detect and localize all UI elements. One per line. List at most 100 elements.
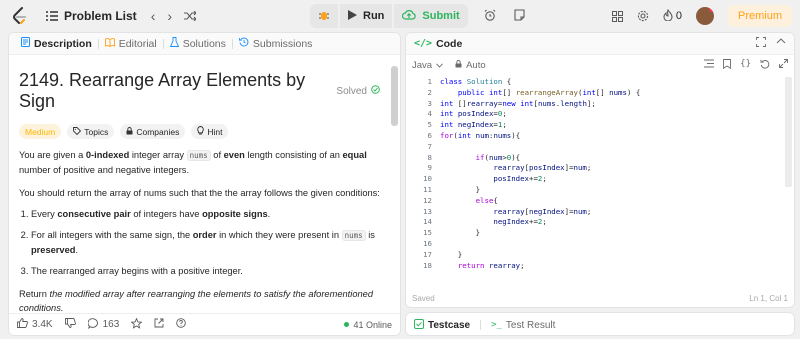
tab-submissions[interactable]: Submissions <box>233 37 319 50</box>
comment-bubble-icon <box>87 317 99 332</box>
streak-counter[interactable]: 0 <box>663 8 682 24</box>
code-editor[interactable]: 1 class Solution { 2 public int[] rearran… <box>406 77 794 289</box>
submit-label: Submit <box>422 10 460 22</box>
play-icon <box>348 9 357 23</box>
hint-label: Hint <box>207 126 223 137</box>
language-select[interactable]: Java <box>412 60 443 71</box>
online-count: 41 Online <box>344 320 392 330</box>
tab-solutions[interactable]: Solutions <box>164 37 232 50</box>
run-button[interactable]: Run <box>340 4 393 28</box>
braces-icon[interactable]: {} <box>740 59 751 72</box>
premium-button[interactable]: Premium <box>727 5 792 27</box>
format-lines-icon[interactable] <box>704 59 715 72</box>
terminal-icon: >_ <box>491 320 502 330</box>
next-problem-icon[interactable]: › <box>167 8 172 24</box>
expand-icon[interactable] <box>779 58 788 72</box>
problem-badges: Medium Topics Companies Hint <box>19 124 380 139</box>
document-icon <box>21 37 30 50</box>
note-icon <box>514 8 525 24</box>
description-footer: 3.4K 163 41 Online <box>9 313 400 335</box>
tag-icon <box>73 126 82 137</box>
hint-badge[interactable]: Hint <box>191 124 229 139</box>
favorite-button[interactable] <box>130 317 143 332</box>
notes-button[interactable] <box>506 4 534 28</box>
book-icon <box>104 37 115 50</box>
cloud-upload-icon <box>402 9 417 23</box>
comments-count: 163 <box>102 319 120 330</box>
bug-icon <box>318 9 330 24</box>
alarm-clock-icon <box>484 9 496 24</box>
cursor-position: Ln 1, Col 1 <box>749 293 788 303</box>
timer-button[interactable] <box>476 4 504 28</box>
tab-editorial[interactable]: Editorial <box>99 38 163 50</box>
lightbulb-icon <box>197 126 205 137</box>
submit-button[interactable]: Submit <box>394 4 468 28</box>
likes-count: 3.4K <box>32 319 53 330</box>
avatar[interactable] <box>695 7 714 25</box>
tab-divider <box>480 320 482 330</box>
reset-icon[interactable] <box>760 59 770 72</box>
topics-badge[interactable]: Topics <box>67 124 115 139</box>
topics-label: Topics <box>84 126 109 137</box>
companies-badge[interactable]: Companies <box>120 124 186 139</box>
feedback-button[interactable] <box>176 318 187 331</box>
tab-editorial-label: Editorial <box>118 37 157 50</box>
settings-gear-icon[interactable] <box>637 10 649 22</box>
fire-icon <box>663 8 673 24</box>
collapse-icon[interactable] <box>776 37 786 50</box>
star-icon <box>130 317 143 332</box>
top-bar: Problem List ‹ › Run Submit 0 Premium <box>0 0 800 32</box>
problem-title: 2149. Rearrange Array Elements by Sign <box>19 70 306 111</box>
tab-description-label: Description <box>34 37 92 50</box>
language-label: Java <box>412 59 433 71</box>
flask-icon <box>169 37 179 50</box>
description-paragraph: You should return the array of nums such… <box>19 188 380 198</box>
tab-test-result[interactable]: >_ Test Result <box>491 320 555 331</box>
code-brackets-icon: </> <box>414 38 433 49</box>
scroll-thumb[interactable] <box>785 77 792 187</box>
share-button[interactable] <box>154 318 164 331</box>
condition-item: Every consecutive pair of integers have … <box>31 207 380 221</box>
tab-solutions-label: Solutions <box>182 37 226 50</box>
tab-submissions-label: Submissions <box>252 37 313 50</box>
layout-grid-icon[interactable] <box>611 10 623 22</box>
dislike-button[interactable] <box>64 318 76 331</box>
auto-label: Auto <box>466 59 486 71</box>
tab-testcase[interactable]: Testcase <box>414 318 470 332</box>
solved-label: Solved <box>336 85 367 97</box>
condition-item: For all integers with the same sign, the… <box>31 228 380 257</box>
lock-icon <box>126 126 133 137</box>
run-label: Run <box>363 10 385 22</box>
description-tabs: Description Editorial Solutions Submissi… <box>9 33 400 55</box>
description-scrollbar[interactable] <box>391 56 398 134</box>
problem-list-label: Problem List <box>64 9 137 23</box>
check-circle-icon <box>371 85 380 97</box>
question-circle-icon <box>176 318 187 331</box>
bookmark-icon[interactable] <box>723 58 732 72</box>
share-external-icon <box>154 318 164 331</box>
like-button[interactable]: 3.4K <box>17 318 53 331</box>
tab-description[interactable]: Description <box>15 37 98 50</box>
code-title: Code <box>436 37 463 50</box>
list-icon <box>46 11 58 21</box>
online-label: 41 Online <box>353 319 392 330</box>
condition-item: The rearranged array begins with a posit… <box>31 264 380 278</box>
code-tab[interactable]: </> Code <box>414 38 462 50</box>
solved-status: Solved <box>336 85 380 97</box>
thumbs-up-icon <box>17 318 28 331</box>
prev-problem-icon[interactable]: ‹ <box>151 8 156 24</box>
auto-mode[interactable]: Auto <box>455 60 486 71</box>
comments-button[interactable]: 163 <box>87 317 120 332</box>
debug-button[interactable] <box>310 4 338 28</box>
history-icon <box>238 37 249 50</box>
problem-description: You are given a 0-indexed integer array … <box>19 148 380 313</box>
editor-toolbar: Java Auto {} <box>406 55 794 75</box>
shuffle-icon[interactable] <box>184 11 197 21</box>
scroll-thumb[interactable] <box>391 66 398 126</box>
streak-count: 0 <box>675 10 682 22</box>
leetcode-logo-icon[interactable] <box>10 6 30 26</box>
maximize-icon[interactable] <box>756 37 766 50</box>
editor-scrollbar[interactable] <box>785 77 792 307</box>
checkbox-icon <box>414 318 424 332</box>
problem-list-button[interactable]: Problem List <box>46 9 137 23</box>
